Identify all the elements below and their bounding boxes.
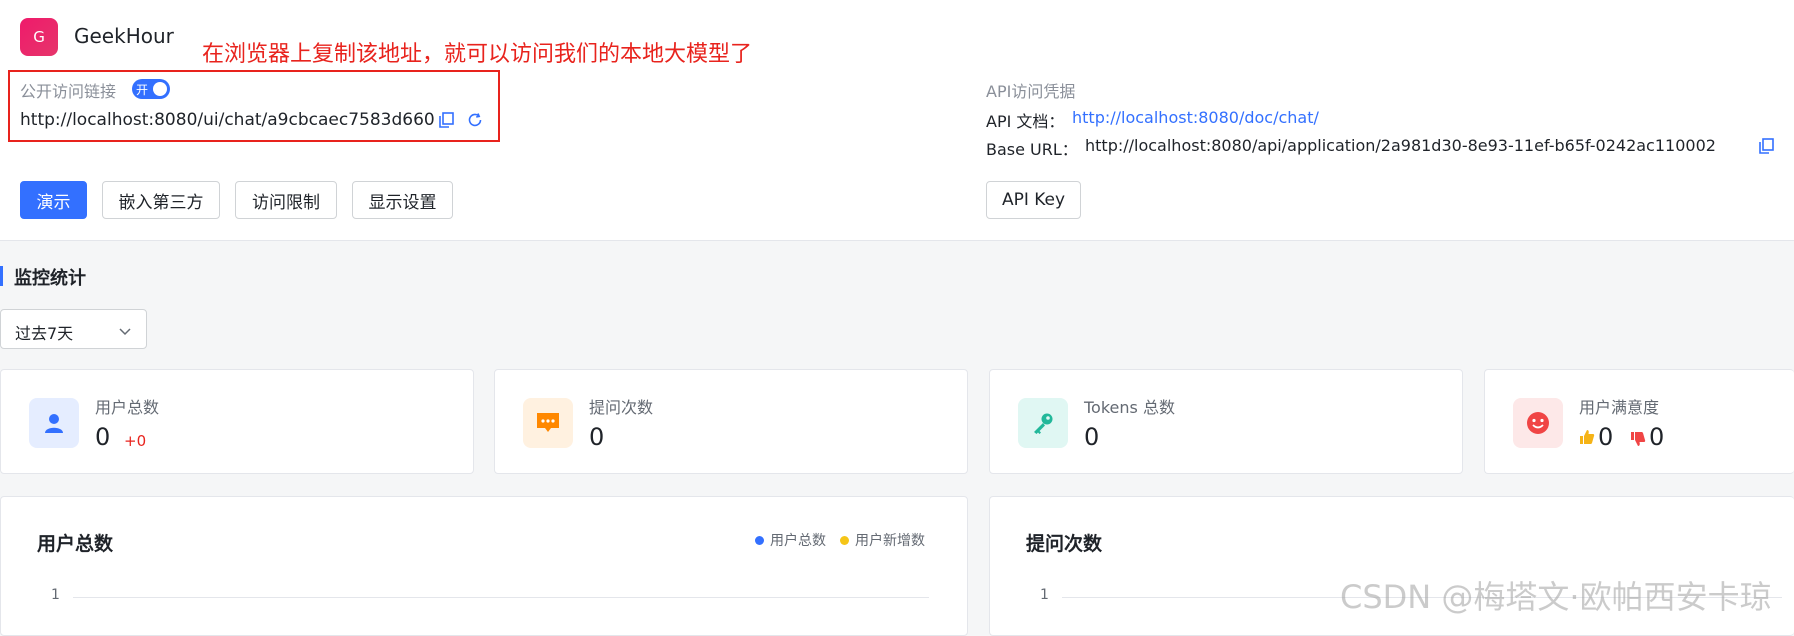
chart-card-user-total: 用户总数 用户总数 用户新增数 1: [0, 496, 968, 636]
base-url-value: http://localhost:8080/api/application/2a…: [1085, 136, 1716, 155]
toggle-knob: [153, 82, 167, 96]
annotation-text: 在浏览器上复制该地址，就可以访问我们的本地大模型了: [202, 42, 753, 67]
section-accent-bar: [0, 266, 3, 286]
copy-icon[interactable]: [437, 111, 455, 129]
legend-dot-yellow: [840, 535, 849, 545]
watermark: CSDN @梅塔文·欧帕西安卡琼: [1340, 578, 1772, 616]
key-icon: [1018, 398, 1068, 448]
likes-count: 0: [1598, 423, 1614, 451]
dislikes-count: 0: [1649, 423, 1665, 451]
stat-card-tokens-total: Tokens 总数 0: [989, 369, 1463, 474]
smile-icon: [1513, 398, 1563, 448]
y-tick-label: 1: [51, 587, 60, 603]
embed-third-party-button[interactable]: 嵌入第三方: [102, 181, 220, 219]
api-doc-link[interactable]: http://localhost:8080/doc/chat/: [1072, 108, 1319, 127]
stat-label: 用户总数: [95, 398, 160, 417]
stat-value: 0: [1084, 423, 1100, 451]
refresh-icon[interactable]: [466, 111, 484, 129]
app-name: GeekHour: [74, 24, 174, 48]
user-icon: [29, 398, 79, 448]
legend-item[interactable]: 用户新增数: [855, 530, 925, 550]
thumbs-up-icon: [1579, 429, 1595, 449]
api-credentials-title: API访问凭据: [986, 82, 1076, 101]
legend-dot-blue: [755, 535, 764, 545]
stat-label: 用户满意度: [1579, 398, 1660, 417]
thumbs-down-icon: [1630, 431, 1646, 451]
chart-title: 用户总数: [37, 533, 114, 555]
app-logo: G: [20, 18, 58, 56]
stat-card-question-count: 提问次数 0: [494, 369, 968, 474]
chevron-down-icon: [118, 323, 132, 337]
application-overview-panel: G GeekHour 在浏览器上复制该地址，就可以访问我们的本地大模型了 公开访…: [0, 0, 1794, 241]
base-url-label: Base URL：: [986, 140, 1078, 159]
chart-title: 提问次数: [1026, 533, 1103, 555]
demo-button[interactable]: 演示: [20, 181, 87, 219]
message-icon: [523, 398, 573, 448]
public-access-url: http://localhost:8080/ui/chat/a9cbcaec75…: [20, 110, 435, 130]
public-access-label: 公开访问链接: [20, 82, 117, 101]
monitor-section-title: 监控统计: [14, 268, 86, 289]
api-key-button[interactable]: API Key: [986, 181, 1081, 219]
stat-card-user-satisfaction: 用户满意度 0 0: [1484, 369, 1794, 474]
api-doc-label: API 文档：: [986, 112, 1065, 131]
display-settings-button[interactable]: 显示设置: [352, 181, 453, 219]
period-select-value: 过去7天: [15, 324, 74, 343]
stat-card-user-total: 用户总数 0 +0: [0, 369, 474, 474]
chart-legend: 用户总数 用户新增数: [755, 530, 925, 550]
stat-value: 0: [95, 423, 111, 451]
grid-line: [73, 597, 929, 598]
stat-label: Tokens 总数: [1084, 398, 1175, 417]
stat-value: 0: [589, 423, 605, 451]
public-access-toggle[interactable]: 开: [132, 79, 170, 99]
period-select[interactable]: 过去7天: [0, 309, 147, 349]
toggle-label: 开: [136, 83, 149, 97]
access-limit-button[interactable]: 访问限制: [235, 181, 337, 219]
legend-item[interactable]: 用户总数: [770, 530, 826, 550]
stat-delta: +0: [124, 432, 147, 450]
copy-base-url-icon[interactable]: [1757, 137, 1775, 155]
y-tick-label: 1: [1040, 587, 1049, 603]
stat-label: 提问次数: [589, 398, 654, 417]
